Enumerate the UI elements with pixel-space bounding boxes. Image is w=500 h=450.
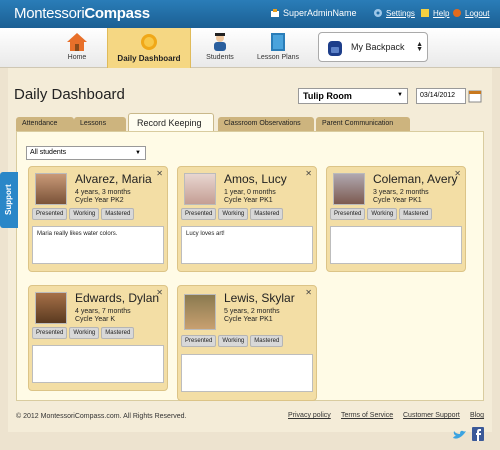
student-photo bbox=[184, 294, 216, 330]
student-cycle: Cycle Year PK1 bbox=[224, 316, 273, 323]
student-photo bbox=[333, 173, 365, 205]
student-name[interactable]: Amos, Lucy bbox=[224, 172, 287, 186]
student-cycle: Cycle Year PK2 bbox=[75, 197, 124, 204]
mastered-button[interactable]: Mastered bbox=[399, 208, 433, 220]
working-button[interactable]: Working bbox=[69, 327, 100, 339]
status-buttons: Presented Working Mastered bbox=[181, 208, 284, 220]
presented-button[interactable]: Presented bbox=[32, 327, 68, 339]
top-bar: MontessoriCompass SuperAdminName Setting… bbox=[0, 0, 500, 28]
student-age: 3 years, 2 months bbox=[373, 189, 429, 196]
student-card: Coleman, Avery 3 years, 2 months Cycle Y… bbox=[326, 166, 466, 272]
help-link[interactable]: Help bbox=[420, 8, 449, 18]
logout-link[interactable]: Logout bbox=[452, 8, 489, 18]
mastered-button[interactable]: Mastered bbox=[101, 327, 135, 339]
backpack-icon bbox=[328, 41, 342, 56]
nav-lesson-plans[interactable]: Lesson Plans bbox=[254, 28, 302, 68]
tab-classroom-observations[interactable]: Classroom Observations bbox=[218, 117, 314, 131]
note-field[interactable]: Maria really likes water colors. bbox=[32, 226, 164, 264]
student-cycle: Cycle Year K bbox=[75, 316, 116, 323]
privacy-link[interactable]: Privacy policy bbox=[288, 412, 331, 419]
tab-attendance[interactable]: Attendance bbox=[16, 117, 74, 131]
chevron-updown-icon: ▲ ▼ bbox=[416, 41, 423, 53]
settings-link[interactable]: Settings bbox=[373, 8, 415, 18]
nav-daily-dashboard[interactable]: Daily Dashboard bbox=[107, 28, 191, 68]
student-filter-select[interactable]: All students ▼ bbox=[26, 146, 146, 160]
note-field[interactable] bbox=[32, 345, 164, 383]
student-photo bbox=[184, 173, 216, 205]
logo[interactable]: MontessoriCompass bbox=[14, 5, 150, 22]
note-field[interactable] bbox=[330, 226, 462, 264]
dropdown-arrow-icon: ▼ bbox=[397, 92, 403, 98]
close-icon[interactable]: ✕ bbox=[454, 169, 461, 178]
student-name[interactable]: Edwards, Dylan bbox=[75, 291, 159, 305]
tab-lessons[interactable]: Lessons bbox=[74, 117, 126, 131]
user-menu[interactable]: SuperAdminName bbox=[270, 8, 357, 18]
student-card: Alvarez, Maria 4 years, 3 months Cycle Y… bbox=[28, 166, 168, 272]
student-age: 5 years, 2 months bbox=[224, 308, 280, 315]
nav-home[interactable]: Home bbox=[56, 28, 98, 68]
footer-copyright: © 2012 MontessoriCompass.com. All Rights… bbox=[16, 413, 187, 420]
page-title: Daily Dashboard bbox=[14, 86, 125, 103]
student-name[interactable]: Alvarez, Maria bbox=[75, 172, 152, 186]
book-icon bbox=[271, 33, 285, 51]
student-name[interactable]: Coleman, Avery bbox=[373, 172, 458, 186]
status-buttons: Presented Working Mastered bbox=[32, 327, 135, 339]
dropdown-arrow-icon: ▼ bbox=[135, 150, 141, 156]
student-cycle: Cycle Year PK1 bbox=[224, 197, 273, 204]
gear-icon bbox=[374, 9, 382, 17]
presented-button[interactable]: Presented bbox=[330, 208, 366, 220]
close-icon[interactable]: ✕ bbox=[305, 169, 312, 178]
presented-button[interactable]: Presented bbox=[181, 208, 217, 220]
note-field[interactable]: Lucy loves art! bbox=[181, 226, 313, 264]
date-input[interactable]: 03/14/2012 bbox=[416, 88, 466, 104]
blog-link[interactable]: Blog bbox=[470, 412, 484, 419]
note-field[interactable] bbox=[181, 354, 313, 392]
working-button[interactable]: Working bbox=[367, 208, 398, 220]
student-photo bbox=[35, 292, 67, 324]
presented-button[interactable]: Presented bbox=[181, 335, 217, 347]
students-icon bbox=[214, 33, 226, 51]
mastered-button[interactable]: Mastered bbox=[101, 208, 135, 220]
presented-button[interactable]: Presented bbox=[32, 208, 68, 220]
status-buttons: Presented Working Mastered bbox=[330, 208, 433, 220]
customer-support-link[interactable]: Customer Support bbox=[403, 412, 460, 419]
sun-icon bbox=[141, 34, 157, 50]
calendar-icon[interactable] bbox=[468, 89, 482, 103]
nav-students[interactable]: Students bbox=[198, 28, 242, 68]
tab-parent-communication[interactable]: Parent Communication bbox=[316, 117, 410, 131]
mastered-button[interactable]: Mastered bbox=[250, 335, 284, 347]
working-button[interactable]: Working bbox=[218, 208, 249, 220]
working-button[interactable]: Working bbox=[69, 208, 100, 220]
status-buttons: Presented Working Mastered bbox=[181, 335, 284, 347]
tab-record-keeping[interactable]: Record Keeping bbox=[128, 113, 214, 132]
student-card: Edwards, Dylan 4 years, 7 months Cycle Y… bbox=[28, 285, 168, 391]
mastered-button[interactable]: Mastered bbox=[250, 208, 284, 220]
student-age: 4 years, 7 months bbox=[75, 308, 131, 315]
student-card: Lewis, Skylar 5 years, 2 months Cycle Ye… bbox=[177, 285, 317, 401]
facebook-icon[interactable] bbox=[472, 427, 484, 441]
student-age: 4 years, 3 months bbox=[75, 189, 131, 196]
student-card: Amos, Lucy 1 year, 0 months Cycle Year P… bbox=[177, 166, 317, 272]
status-buttons: Presented Working Mastered bbox=[32, 208, 135, 220]
twitter-icon[interactable] bbox=[453, 430, 466, 440]
room-select[interactable]: Tulip Room ▼ bbox=[298, 88, 408, 104]
terms-link[interactable]: Terms of Service bbox=[341, 412, 393, 419]
student-age: 1 year, 0 months bbox=[224, 189, 276, 196]
user-name: SuperAdminName bbox=[283, 8, 357, 18]
student-name[interactable]: Lewis, Skylar bbox=[224, 291, 295, 305]
help-icon bbox=[421, 9, 429, 17]
student-photo bbox=[35, 173, 67, 205]
close-icon[interactable]: ✕ bbox=[305, 288, 312, 297]
user-icon bbox=[271, 9, 279, 17]
home-icon bbox=[67, 33, 87, 51]
working-button[interactable]: Working bbox=[218, 335, 249, 347]
support-tab[interactable]: Support bbox=[0, 172, 18, 228]
close-icon[interactable]: ✕ bbox=[156, 169, 163, 178]
student-cycle: Cycle Year PK1 bbox=[373, 197, 422, 204]
close-icon[interactable]: ✕ bbox=[156, 288, 163, 297]
logout-icon bbox=[453, 9, 461, 17]
backpack-selector[interactable]: My Backpack ▲ ▼ bbox=[318, 32, 428, 62]
